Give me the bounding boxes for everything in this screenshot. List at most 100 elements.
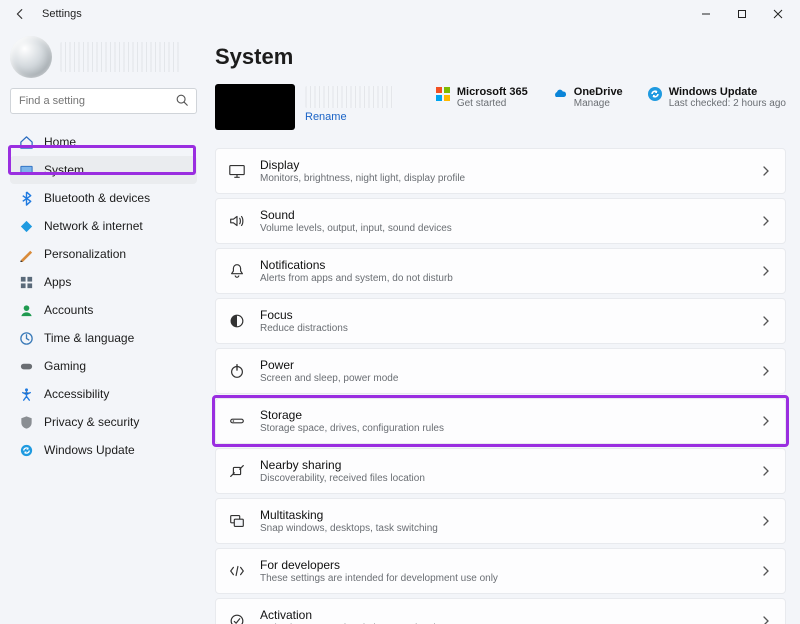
avatar[interactable] [10,36,52,78]
sidebar-item-bluetooth[interactable]: Bluetooth & devices [10,184,197,212]
chevron-right-icon [761,616,771,624]
row-sub: Alerts from apps and system, do not dist… [260,273,747,284]
clock-icon [18,330,34,346]
nav-list: Home System Bluetooth & devices Network … [10,128,197,464]
row-title: Display [260,158,747,172]
minimize-button[interactable] [688,0,724,28]
search-input[interactable] [10,88,197,114]
row-title: Activation [260,608,747,622]
row-title: Sound [260,208,747,222]
sidebar-item-accounts[interactable]: Accounts [10,296,197,324]
row-power[interactable]: PowerScreen and sleep, power mode [215,348,786,394]
main-content: System Rename Microsoft 365 Get started … [205,28,800,624]
row-sub: Monitors, brightness, night light, displ… [260,173,747,184]
user-name-placeholder [60,42,180,72]
row-title: For developers [260,558,747,572]
sidebar-item-label: Accounts [44,303,93,317]
accessibility-icon [18,386,34,402]
promo-sub: Get started [457,98,528,109]
chevron-right-icon [761,516,771,526]
chevron-right-icon [761,566,771,576]
maximize-button[interactable] [724,0,760,28]
storage-icon [228,412,246,430]
row-sound[interactable]: SoundVolume levels, output, input, sound… [215,198,786,244]
sidebar-item-label: Accessibility [44,387,109,401]
sidebar-item-label: Personalization [44,247,126,261]
sidebar-item-privacy[interactable]: Privacy & security [10,408,197,436]
row-sub: These settings are intended for developm… [260,573,747,584]
activation-icon [228,612,246,624]
sidebar-item-label: Apps [44,275,71,289]
row-notifications[interactable]: NotificationsAlerts from apps and system… [215,248,786,294]
windows-update-icon [647,86,663,102]
sidebar-item-label: Bluetooth & devices [44,191,150,205]
row-title: Multitasking [260,508,747,522]
network-icon [18,218,34,234]
close-button[interactable] [760,0,796,28]
close-icon [773,9,783,19]
back-button[interactable] [12,6,28,22]
row-sub: Reduce distractions [260,323,747,334]
sidebar-item-home[interactable]: Home [10,128,197,156]
sidebar-item-update[interactable]: Windows Update [10,436,197,464]
system-icon [18,162,34,178]
developers-icon [228,562,246,580]
search-container [10,88,197,114]
row-focus[interactable]: FocusReduce distractions [215,298,786,344]
chevron-right-icon [761,466,771,476]
sidebar-item-system[interactable]: System [10,156,197,184]
chevron-right-icon [761,216,771,226]
gaming-icon [18,358,34,374]
sidebar-item-time[interactable]: Time & language [10,324,197,352]
power-icon [228,362,246,380]
device-thumbnail [215,84,295,130]
display-icon [228,162,246,180]
device-name-placeholder [305,86,393,108]
row-title: Focus [260,308,747,322]
bluetooth-icon [18,190,34,206]
sidebar: Home System Bluetooth & devices Network … [0,28,205,624]
promo-title: Windows Update [669,86,786,98]
window-title: Settings [42,8,82,20]
sidebar-item-label: System [44,163,84,177]
titlebar: Settings [0,0,800,28]
row-sub: Screen and sleep, power mode [260,373,747,384]
row-title: Power [260,358,747,372]
sidebar-item-label: Windows Update [44,443,135,457]
sidebar-item-label: Time & language [44,331,134,345]
row-storage[interactable]: StorageStorage space, drives, configurat… [215,398,786,444]
row-activation[interactable]: ActivationActivation state, subscription… [215,598,786,624]
sidebar-item-gaming[interactable]: Gaming [10,352,197,380]
promo-microsoft365[interactable]: Microsoft 365 Get started [435,84,528,109]
settings-rows: DisplayMonitors, brightness, night light… [215,148,786,624]
sidebar-item-apps[interactable]: Apps [10,268,197,296]
row-sub: Volume levels, output, input, sound devi… [260,223,747,234]
promo-windows-update[interactable]: Windows Update Last checked: 2 hours ago [647,84,786,109]
row-multitasking[interactable]: MultitaskingSnap windows, desktops, task… [215,498,786,544]
sound-icon [228,212,246,230]
personalization-icon [18,246,34,262]
sidebar-item-accessibility[interactable]: Accessibility [10,380,197,408]
chevron-right-icon [761,166,771,176]
rename-link[interactable]: Rename [305,111,393,123]
row-display[interactable]: DisplayMonitors, brightness, night light… [215,148,786,194]
search-icon [175,93,190,108]
minimize-icon [701,9,711,19]
sidebar-item-label: Network & internet [44,219,143,233]
sidebar-item-label: Privacy & security [44,415,139,429]
sidebar-item-personalization[interactable]: Personalization [10,240,197,268]
device-header: Rename Microsoft 365 Get started OneDriv… [215,84,786,130]
promo-title: Microsoft 365 [457,86,528,98]
row-title: Storage [260,408,747,422]
promo-sub: Last checked: 2 hours ago [669,98,786,109]
row-for-developers[interactable]: For developersThese settings are intende… [215,548,786,594]
promo-onedrive[interactable]: OneDrive Manage [552,84,623,109]
row-sub: Discoverability, received files location [260,473,747,484]
bell-icon [228,262,246,280]
share-icon [228,462,246,480]
page-title: System [215,44,786,70]
sidebar-item-network[interactable]: Network & internet [10,212,197,240]
row-nearby-sharing[interactable]: Nearby sharingDiscoverability, received … [215,448,786,494]
focus-icon [228,312,246,330]
microsoft365-icon [435,86,451,102]
